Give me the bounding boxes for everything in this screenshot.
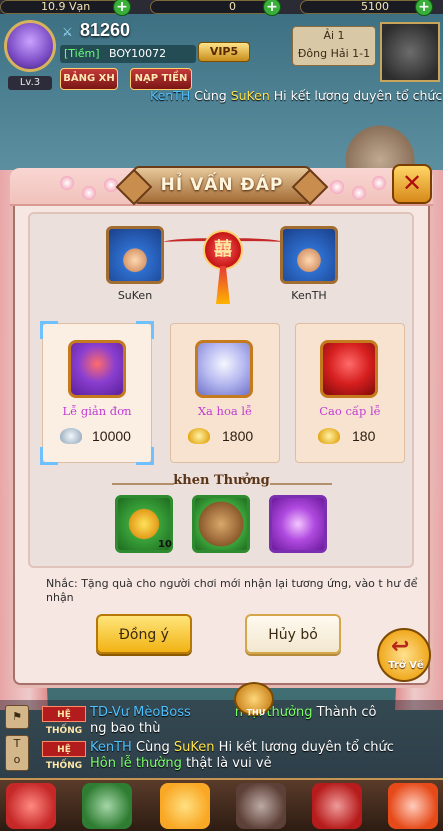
chat-player-name[interactable]: KenTH (90, 740, 132, 755)
heart-gift-box-icon (68, 340, 126, 398)
announcement-marquee: KenTH Cùng SuKen Hi kết lương duyên tổ c… (150, 88, 443, 106)
gift-price-premium: 180 (352, 428, 376, 444)
red-gift-box-icon (320, 340, 378, 398)
gift-name-luxury: Xa hoa lễ (197, 404, 253, 418)
chat-message-cont: ng bao thù (90, 721, 161, 736)
nav-fist-icon[interactable] (236, 783, 286, 829)
marquee-tail: Hi kết lương duyên tổ chức (269, 88, 443, 103)
vip-badge[interactable]: VIP5 (198, 42, 250, 62)
silver-gift-box-icon (195, 340, 253, 398)
chat-player-name[interactable]: SuKen (174, 740, 215, 755)
wood-logs-icon[interactable] (192, 495, 250, 553)
player-info: [Tiềm] BOY10072 (60, 45, 196, 63)
chat-text: TD- (90, 705, 112, 720)
nav-koi-icon[interactable] (388, 783, 438, 829)
marquee-name-2: SuKen (230, 88, 270, 103)
back-label: Trở Về (388, 660, 424, 671)
resource-silver-value: 10.9 Vạn (41, 0, 91, 13)
selection-corner (136, 447, 154, 465)
gold-ingot-icon (188, 428, 210, 444)
guild-tag: [Tiềm] (64, 47, 100, 60)
dialog-title: HỈ VẤN ĐÁP (133, 166, 311, 204)
marquee-mid: Cùng (190, 88, 231, 103)
selection-corner (40, 321, 58, 339)
purple-orb-icon[interactable] (269, 495, 327, 553)
gift-price-basic: 10000 (92, 428, 131, 444)
resource-gold-value: 0 (229, 0, 236, 13)
portrait-right (280, 226, 338, 284)
resource-silver: 10.9 Vạn + (0, 0, 131, 16)
chat-text: Hi kết lương duyên tổ chức (214, 740, 394, 755)
divider-right (270, 483, 332, 485)
sword-icon: ⚔ (62, 25, 73, 39)
combat-power: 81260 (80, 20, 131, 40)
blossom-icon (330, 180, 344, 194)
stage-name: Đông Hải 1-1 (297, 47, 371, 60)
flag-icon[interactable]: ⚑ (5, 705, 29, 729)
nav-character-icon[interactable] (6, 783, 56, 829)
topup-button[interactable]: NẠP TIỀN (130, 68, 192, 90)
chat-channel-toggle[interactable]: T o (5, 735, 29, 771)
stage-info[interactable]: Ải 1 Đông Hải 1-1 (292, 26, 376, 66)
minimap[interactable] (380, 22, 440, 82)
blossom-icon (372, 176, 386, 190)
double-happiness-knot-icon: 囍 (203, 230, 243, 270)
silver-ingot-icon (60, 428, 82, 444)
blossom-icon (60, 176, 74, 190)
mail-icon[interactable]: THƯ (234, 682, 274, 717)
selection-corner (136, 321, 154, 339)
resource-gem: 5100 + (300, 0, 433, 16)
bottom-nav-bar (0, 778, 443, 831)
gift-price-luxury: 1800 (222, 428, 254, 444)
gold-ingot-icon (318, 428, 340, 444)
mail-label: THƯ (246, 708, 266, 717)
blossom-icon (82, 186, 96, 200)
name-left: SuKen (117, 289, 153, 302)
gift-name-basic: Lễ giản đơn (62, 404, 132, 418)
chat-text: Cùng (131, 740, 174, 755)
hint-text: Nhắc: Tặng quà cho người chơi mới nhận l… (46, 577, 418, 604)
resource-gem-value: 5100 (361, 0, 389, 13)
portrait-left (106, 226, 164, 284)
nav-chick-icon[interactable] (160, 783, 210, 829)
nav-pavilion-icon[interactable] (82, 783, 132, 829)
player-level: Lv.3 (8, 76, 52, 90)
player-avatar[interactable] (4, 20, 56, 72)
close-button[interactable]: ✕ (392, 164, 432, 204)
marquee-name-1: KenTH (150, 88, 191, 103)
cancel-button[interactable]: Hủy bỏ (245, 614, 341, 654)
reward-count: 10 (158, 539, 172, 550)
name-right: KenTH (291, 289, 327, 302)
back-arrow-icon: ↩ (391, 634, 410, 659)
selection-corner (40, 447, 58, 465)
chat-text: Thành cô (312, 705, 377, 720)
chat-message: KenTH Cùng SuKen Hi kết lương duyên tổ c… (90, 740, 440, 756)
gift-name-premium: Cao cấp lễ (319, 404, 381, 418)
back-button[interactable]: ↩ Trở Về (377, 628, 431, 682)
stage-number: Ải 1 (323, 29, 345, 42)
blossom-icon (352, 186, 366, 200)
chat-text: thật là vui vẻ (181, 756, 272, 771)
chat-message-cont: Hôn lễ thường thật là vui vẻ (90, 756, 440, 772)
confirm-button[interactable]: Đồng ý (96, 614, 192, 654)
system-tag: HỆ THỐNG (42, 741, 86, 771)
chat-text: Hôn lễ thường (90, 756, 182, 771)
player-name: BOY10072 (109, 47, 167, 60)
ranking-button[interactable]: BẢNG XH (60, 68, 118, 90)
chat-player-name[interactable]: Vư MèoBoss (112, 705, 191, 720)
system-tag: HỆ THỐNG (42, 706, 86, 736)
nav-book-icon[interactable] (312, 783, 362, 829)
resource-gold: 0 + (150, 0, 281, 16)
